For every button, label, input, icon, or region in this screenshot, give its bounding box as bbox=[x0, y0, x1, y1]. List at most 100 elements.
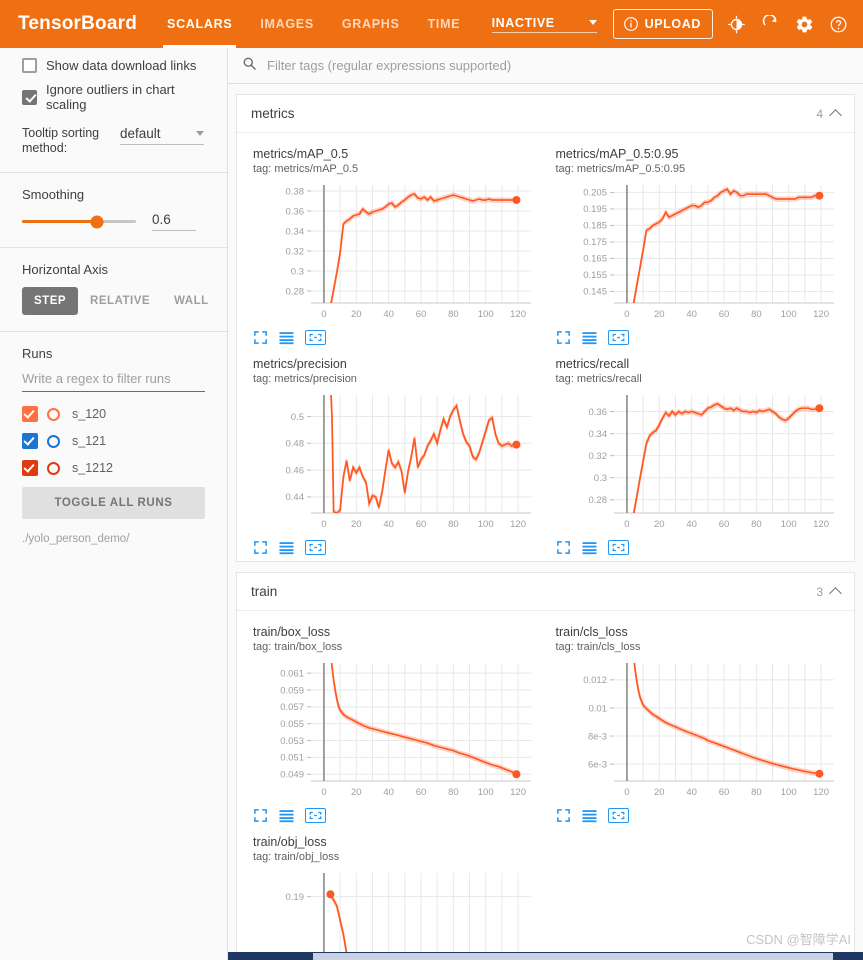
tooltip-sorting-row: Tooltip sorting method: default bbox=[22, 126, 205, 156]
smoothing-value-input[interactable]: 0.6 bbox=[152, 212, 196, 231]
chart-plot-area[interactable]: 0.19 bbox=[253, 865, 536, 960]
tooltip-sorting-select[interactable]: default bbox=[120, 126, 204, 145]
chart-plot-area[interactable]: 0.145 0.155 0.165 0.175 0.185 0.195 0.205 0 20 40… bbox=[556, 177, 839, 327]
svg-text:40: 40 bbox=[686, 519, 697, 530]
run-checkbox[interactable] bbox=[22, 406, 38, 422]
run-item-s_120[interactable]: s_120 bbox=[22, 406, 205, 422]
settings-gear-icon[interactable] bbox=[789, 9, 819, 39]
chart-plot-area[interactable]: 6e-3 8e-3 0.01 0.012 0 20 40 60 80 100 120 bbox=[556, 655, 839, 805]
data-series-lines-icon[interactable] bbox=[278, 331, 295, 345]
brightness-icon[interactable] bbox=[721, 9, 751, 39]
chart-tag: tag: metrics/mAP_0.5:0.95 bbox=[555, 163, 686, 175]
help-circle-icon[interactable] bbox=[823, 9, 853, 39]
axis-option-wall[interactable]: WALL bbox=[162, 287, 221, 315]
svg-text:40: 40 bbox=[686, 309, 697, 320]
axis-option-step[interactable]: STEP bbox=[22, 287, 79, 315]
svg-text:0.44: 0.44 bbox=[286, 492, 305, 503]
tab-graphs[interactable]: GRAPHS bbox=[328, 0, 414, 48]
svg-text:40: 40 bbox=[383, 519, 394, 530]
chart-plot-area[interactable]: 0.049 0.051 0.053 0.055 0.057 0.059 0.061 0 20 40… bbox=[253, 655, 536, 805]
chart-plot-area[interactable]: 0.28 0.3 0.32 0.34 0.36 0 20 40 60 80 100 120 bbox=[556, 387, 839, 537]
chevron-up-icon[interactable] bbox=[829, 586, 842, 600]
chart-card: metrics/mAP_0.5 tag: metrics/mAP_0.5 0.28 0… bbox=[243, 139, 546, 349]
fit-domain-icon[interactable] bbox=[607, 540, 629, 555]
expand-fullscreen-icon[interactable] bbox=[556, 808, 571, 823]
run-status-dropdown[interactable]: INACTIVE bbox=[491, 16, 597, 33]
run-item-s_121[interactable]: s_121 bbox=[22, 433, 205, 449]
data-series-lines-icon[interactable] bbox=[581, 809, 598, 823]
smoothing-slider[interactable] bbox=[22, 215, 136, 228]
chart-tag: tag: metrics/mAP_0.5 bbox=[253, 163, 359, 175]
axis-option-relative[interactable]: RELATIVE bbox=[78, 287, 162, 315]
fit-domain-icon[interactable] bbox=[607, 808, 629, 823]
group-header-train[interactable]: train 3 bbox=[237, 573, 854, 611]
data-series-lines-icon[interactable] bbox=[581, 541, 598, 555]
svg-text:100: 100 bbox=[478, 787, 494, 798]
data-series-lines-icon[interactable] bbox=[278, 541, 295, 555]
fit-domain-icon[interactable] bbox=[305, 330, 326, 345]
chart-card: metrics/mAP_0.5:0.95 tag: metrics/mAP_0.5… bbox=[546, 139, 849, 349]
run-color-swatch bbox=[47, 407, 60, 421]
upload-button[interactable]: UPLOAD bbox=[612, 9, 713, 39]
expand-fullscreen-icon[interactable] bbox=[556, 540, 571, 555]
chart-plot-area[interactable]: 0.28 0.3 0.32 0.34 0.36 0.38 0 20 40 60 80 100 120 bbox=[253, 177, 536, 327]
svg-text:0.195: 0.195 bbox=[583, 204, 607, 215]
group-chart-count: 4 bbox=[816, 106, 823, 121]
chart-title: metrics/mAP_0.5 bbox=[253, 147, 349, 161]
svg-text:8e-3: 8e-3 bbox=[587, 731, 606, 742]
runs-filter-input[interactable]: Write a regex to filter runs bbox=[22, 371, 205, 392]
chevron-down-icon bbox=[196, 131, 204, 136]
tab-time-series[interactable]: TIME SERIES bbox=[414, 0, 492, 79]
data-series-lines-icon[interactable] bbox=[581, 331, 598, 345]
chart-plot-area[interactable]: 0.44 0.46 0.48 0.5 0 20 40 60 80 100 120 bbox=[253, 387, 536, 537]
tab-scalars[interactable]: SCALARS bbox=[153, 0, 246, 48]
chevron-up-icon[interactable] bbox=[829, 108, 842, 122]
svg-text:0.053: 0.053 bbox=[280, 736, 304, 747]
show-download-links-checkbox-row[interactable]: Show data download links bbox=[22, 58, 205, 73]
run-name: s_120 bbox=[72, 407, 107, 421]
expand-fullscreen-icon[interactable] bbox=[253, 808, 268, 823]
svg-text:120: 120 bbox=[510, 787, 526, 798]
tag-filter-input[interactable]: Filter tags (regular expressions support… bbox=[267, 58, 511, 73]
svg-text:80: 80 bbox=[448, 787, 459, 798]
chart-toolbar bbox=[556, 330, 839, 345]
tab-images[interactable]: IMAGES bbox=[246, 0, 328, 48]
fit-domain-icon[interactable] bbox=[607, 330, 629, 345]
run-color-swatch bbox=[47, 434, 60, 448]
ignore-outliers-checkbox[interactable] bbox=[22, 89, 37, 105]
svg-text:0.36: 0.36 bbox=[588, 407, 607, 418]
svg-text:60: 60 bbox=[416, 519, 427, 530]
expand-fullscreen-icon[interactable] bbox=[253, 540, 268, 555]
expand-fullscreen-icon[interactable] bbox=[253, 330, 268, 345]
horizontal-axis-toggle-group: STEP RELATIVE WALL bbox=[22, 287, 208, 315]
svg-text:0: 0 bbox=[321, 519, 326, 530]
chart-title: train/obj_loss bbox=[253, 835, 327, 849]
toggle-all-runs-button[interactable]: TOGGLE ALL RUNS bbox=[22, 487, 205, 519]
fit-domain-icon[interactable] bbox=[305, 540, 326, 555]
run-item-s_1212[interactable]: s_1212 bbox=[22, 460, 205, 476]
tag-filter-bar[interactable]: Filter tags (regular expressions support… bbox=[228, 48, 863, 84]
expand-fullscreen-icon[interactable] bbox=[556, 330, 571, 345]
upload-button-label: UPLOAD bbox=[644, 17, 701, 31]
svg-text:0.28: 0.28 bbox=[286, 286, 305, 297]
fit-domain-icon[interactable] bbox=[305, 808, 326, 823]
svg-text:0.32: 0.32 bbox=[588, 451, 607, 462]
ignore-outliers-checkbox-row[interactable]: Ignore outliers in chart scaling bbox=[22, 82, 205, 112]
svg-text:0.46: 0.46 bbox=[286, 465, 305, 476]
svg-text:20: 20 bbox=[351, 787, 362, 798]
run-checkbox[interactable] bbox=[22, 460, 38, 476]
refresh-icon[interactable] bbox=[755, 9, 785, 39]
divider bbox=[0, 331, 227, 332]
show-download-links-checkbox[interactable] bbox=[22, 58, 37, 73]
svg-text:0.48: 0.48 bbox=[286, 439, 305, 450]
chart-card: metrics/precision tag: metrics/precision 0… bbox=[243, 349, 546, 559]
svg-text:0.057: 0.057 bbox=[280, 702, 304, 713]
data-series-lines-icon[interactable] bbox=[278, 809, 295, 823]
logdir-path: ./yolo_person_demo/ bbox=[22, 533, 130, 545]
chart-tag: tag: train/cls_loss bbox=[555, 641, 641, 653]
run-checkbox[interactable] bbox=[22, 433, 38, 449]
svg-text:0: 0 bbox=[624, 309, 629, 320]
group-header-metrics[interactable]: metrics 4 bbox=[237, 95, 854, 133]
group-name: train bbox=[251, 584, 278, 599]
smoothing-slider-knob[interactable] bbox=[90, 215, 104, 228]
